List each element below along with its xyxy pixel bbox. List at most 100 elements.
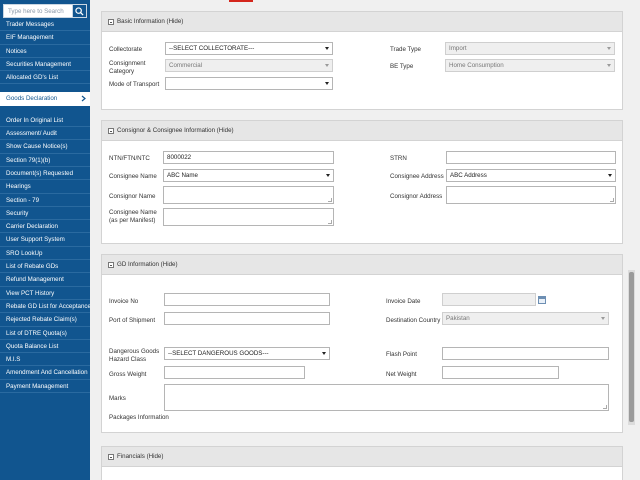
strn-label: STRN [390,155,407,162]
sidebar-item-trader-messages[interactable]: Trader Messages [0,18,90,32]
resize-grip-icon [610,198,614,202]
sidebar-item-rejected-rebate-claims[interactable]: Rejected Rebate Claim(s) [0,313,90,327]
sidebar-item-security[interactable]: Security [0,207,90,221]
resize-grip-icon [603,405,607,409]
consignment-category-select[interactable]: Commercial [165,59,333,72]
trade-type-label: Trade Type [390,46,421,53]
consignee-address-select[interactable]: ABC Address [446,169,616,182]
consignee-name-select[interactable]: ABC Name [163,169,334,182]
flash-point-input[interactable] [442,347,609,360]
consignee-name-manifest-textarea[interactable] [163,208,334,226]
sidebar-divider [0,84,90,92]
marks-label: Marks [109,395,126,402]
strn-input[interactable] [446,151,616,164]
panel-title: Basic Information (Hide) [117,17,184,25]
sidebar-item-payment-management[interactable]: Payment Management [0,380,90,394]
trade-type-select[interactable]: Import [445,42,615,55]
sidebar-item-quota-balance-list[interactable]: Quota Balance List [0,340,90,354]
panel-title: Financials (Hide) [117,452,164,460]
sidebar-item-sro-lookup[interactable]: SRO LookUp [0,247,90,261]
packages-information-label: Packages Information [109,414,169,421]
net-weight-label: Net Weight [386,371,417,378]
sidebar-item-view-pct-history[interactable]: View PCT History [0,287,90,300]
port-of-shipment-label: Port of Shipment [109,317,156,324]
be-type-select[interactable]: Home Consumption [445,59,615,72]
sidebar-item-section-79-1b[interactable]: Section 79(1)(b) [0,154,90,167]
ntn-label: NTN/FTN/NTC [109,155,150,162]
panel-title: GD Information (Hide) [117,260,178,268]
sidebar-item-refund-management[interactable]: Refund Management [0,273,90,287]
search-icon [75,6,84,16]
consignee-address-label: Consignee Address [390,173,444,180]
sidebar-item-label: Goods Declaration [6,94,58,102]
net-weight-input[interactable] [442,366,559,379]
gd-panel-scrollbar[interactable] [628,270,635,425]
basic-information-panel: Basic Information (Hide) Collectorate --… [101,11,623,110]
dangerous-goods-label: Dangerous Goods Hazard Class [109,348,160,363]
sidebar-search [3,4,87,18]
sidebar-item-eif-management[interactable]: EIF Management [0,31,90,45]
be-type-label: BE Type [390,63,414,70]
sidebar-item-documents-requested[interactable]: Document(s) Requested [0,167,90,181]
main-content: Basic Information (Hide) Collectorate --… [90,0,640,480]
port-of-shipment-input[interactable] [164,312,330,325]
consignor-address-label: Consignor Address [390,193,443,200]
sidebar-item-user-support-system[interactable]: User Support System [0,233,90,247]
financials-panel: Financials (Hide) [101,446,623,480]
consignment-category-label: Consignment Category [109,60,146,75]
sidebar-item-amendment-cancellation[interactable]: Amendment And Cancellation [0,366,90,380]
destination-country-label: Destination Country [386,317,441,324]
panel-title: Consignor & Consignee Information (Hide) [117,126,234,134]
collapse-icon [108,18,114,25]
sidebar-item-order-in-original[interactable]: Order In Original List [0,114,90,128]
resize-grip-icon [328,198,332,202]
resize-grip-icon [328,220,332,224]
chevron-right-icon [81,95,86,102]
gross-weight-input[interactable] [164,366,305,379]
sidebar-item-section-79[interactable]: Section - 79 [0,194,90,207]
sidebar-item-dtre-quotas[interactable]: List of DTRE Quota(s) [0,327,90,340]
search-button[interactable] [73,4,87,18]
sidebar: Trader Messages EIF Management Notices S… [0,0,90,480]
invoice-no-input[interactable] [164,293,330,306]
search-input[interactable] [3,4,73,18]
dangerous-goods-select[interactable]: --SELECT DANGEROUS GOODS--- [164,347,330,360]
collapse-icon [108,453,114,460]
gd-information-panel: GD Information (Hide) Invoice No Port of… [101,254,623,433]
sidebar-item-hearings[interactable]: Hearings [0,180,90,194]
ntn-input[interactable]: 8000022 [163,151,334,164]
consignor-address-textarea[interactable] [446,186,616,204]
consignor-consignee-header[interactable]: Consignor & Consignee Information (Hide) [102,121,622,141]
consignor-consignee-panel: Consignor & Consignee Information (Hide)… [101,120,623,244]
flash-point-label: Flash Point [386,351,417,358]
scrollbar-thumb[interactable] [629,272,634,422]
sidebar-item-show-cause-notices[interactable]: Show Cause Notice(s) [0,140,90,154]
consignee-name-label: Consignee Name [109,173,157,180]
sidebar-divider [0,106,90,114]
sidebar-item-securities-management[interactable]: Securities Management [0,58,90,72]
sidebar-item-mis[interactable]: M.I.S [0,353,90,367]
gd-information-header[interactable]: GD Information (Hide) [102,255,622,275]
consignor-name-textarea[interactable] [163,186,334,204]
mode-of-transport-select[interactable] [165,77,333,90]
sidebar-item-allocated-gds[interactable]: Allocated GD's List [0,71,90,85]
sidebar-item-assessment-audit[interactable]: Assessment/ Audit [0,127,90,141]
sidebar-item-notices[interactable]: Notices [0,45,90,58]
sidebar-item-goods-declaration[interactable]: Goods Declaration [0,92,90,106]
basic-information-header[interactable]: Basic Information (Hide) [102,12,622,32]
collectorate-label: Collectorate [109,46,143,53]
collectorate-select[interactable]: --SELECT COLLECTORATE--- [165,42,333,55]
consignor-name-label: Consignor Name [109,193,156,200]
sidebar-nav: Trader Messages EIF Management Notices S… [0,18,90,394]
financials-header[interactable]: Financials (Hide) [102,447,622,467]
sidebar-item-list-of-rebate-gds[interactable]: List of Rebate GDs [0,260,90,274]
sidebar-item-rebate-gd-acceptance[interactable]: Rebate GD List for Acceptance [0,300,90,314]
destination-country-select[interactable]: Pakistan [442,312,609,325]
marks-textarea[interactable] [164,384,609,411]
consignee-name-manifest-label: Consignee Name (as per Manifest) [109,209,157,224]
collapse-icon [108,261,114,268]
gross-weight-label: Gross Weight [109,371,147,378]
invoice-date-input[interactable] [442,293,536,306]
calendar-icon[interactable] [538,296,546,304]
sidebar-item-carrier-declaration[interactable]: Carrier Declaration [0,220,90,234]
